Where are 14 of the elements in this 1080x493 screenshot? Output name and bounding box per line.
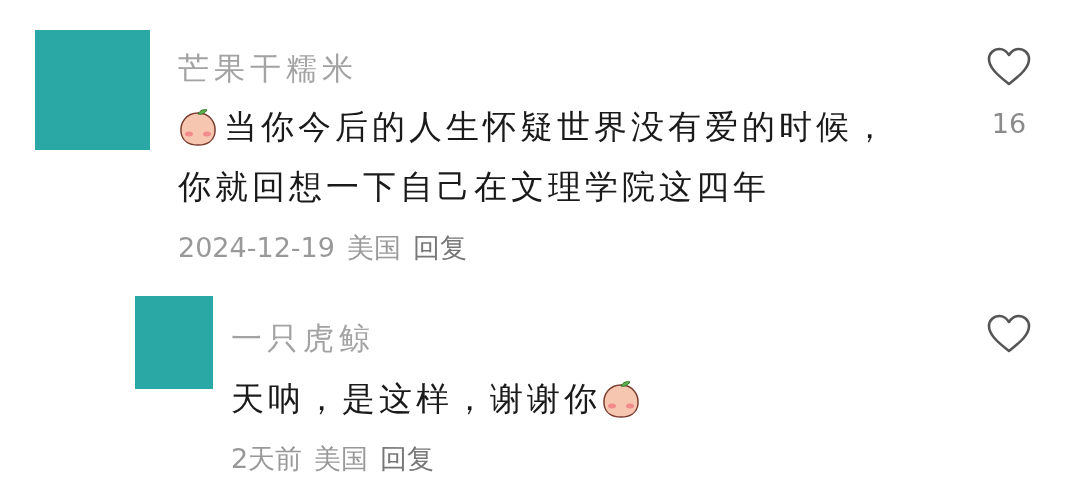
comment-text: 当你今后的人生怀疑世界没有爱的时候，	[224, 106, 890, 148]
like-count: 16	[991, 107, 1027, 141]
comment-location: 美国	[314, 442, 369, 476]
username[interactable]: 一只虎鲸	[231, 318, 984, 358]
heart-icon[interactable]	[986, 47, 1032, 87]
comment-location: 美国	[346, 231, 401, 265]
comment-text: 天呐，是这样，谢谢你	[231, 378, 601, 420]
reply-link[interactable]: 回复	[412, 228, 467, 268]
username[interactable]: 芒果干糯米	[178, 48, 984, 88]
heart-icon[interactable]	[986, 314, 1032, 354]
comment-text: 你就回想一下自己在文理学院这四年	[178, 166, 770, 208]
reply-link[interactable]: 回复	[380, 439, 435, 479]
comment-date: 2天前	[231, 442, 303, 476]
comment-date: 2024-12-19	[178, 231, 335, 265]
